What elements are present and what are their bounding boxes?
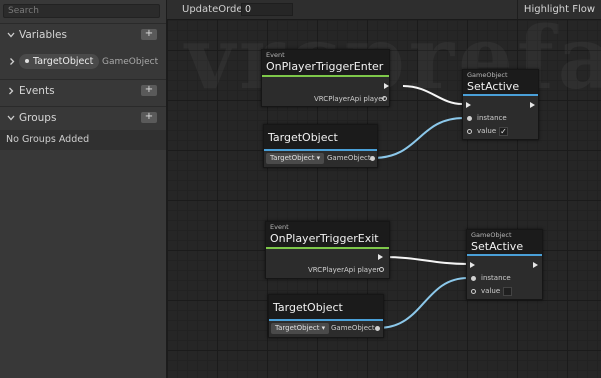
node-target-object-2[interactable]: TargetObject TargetObject ▾ GameObject bbox=[268, 294, 384, 338]
update-order-label: UpdateOrder bbox=[182, 4, 247, 15]
variable-dropdown[interactable]: TargetObject ▾ bbox=[271, 323, 330, 334]
port-circle-icon[interactable] bbox=[471, 289, 476, 294]
port-circle-icon[interactable] bbox=[467, 129, 472, 134]
node-accent bbox=[463, 94, 538, 96]
node-title: TargetObject bbox=[273, 301, 343, 314]
node-accent bbox=[264, 149, 377, 151]
flow-out-arrow-icon[interactable] bbox=[384, 83, 389, 89]
port-circle-icon[interactable] bbox=[375, 326, 380, 331]
node-header[interactable]: Event OnPlayerTriggerExit bbox=[266, 222, 389, 247]
flow-wire-enter bbox=[402, 85, 463, 105]
port-label-value: value bbox=[481, 287, 501, 295]
node-header[interactable]: Event OnPlayerTriggerEnter bbox=[262, 50, 389, 75]
node-header[interactable]: TargetObject bbox=[264, 125, 377, 149]
port-label-instance: instance bbox=[477, 114, 507, 122]
data-wire-target-1 bbox=[372, 117, 465, 159]
port-label-output: GameObject bbox=[327, 154, 371, 162]
update-order-input[interactable] bbox=[241, 3, 293, 16]
port-circle-icon[interactable] bbox=[382, 96, 387, 101]
checkmark-icon: ✓ bbox=[500, 127, 507, 136]
highlight-flow-button[interactable]: Highlight Flow bbox=[517, 0, 601, 19]
data-wire-target-2 bbox=[377, 277, 469, 329]
node-header[interactable]: GameObject SetActive bbox=[463, 70, 538, 94]
node-accent bbox=[269, 319, 383, 321]
node-target-object-1[interactable]: TargetObject TargetObject ▾ GameObject bbox=[263, 124, 378, 168]
node-header[interactable]: GameObject SetActive bbox=[467, 230, 542, 254]
flow-out-arrow-icon[interactable] bbox=[530, 102, 535, 108]
flow-out-arrow-icon[interactable] bbox=[378, 254, 383, 260]
node-on-player-trigger-enter[interactable]: Event OnPlayerTriggerEnter VRCPlayerApi … bbox=[261, 49, 390, 107]
flow-in-arrow-icon[interactable] bbox=[466, 102, 471, 108]
port-label-instance: instance bbox=[481, 274, 511, 282]
node-set-active-1[interactable]: GameObject SetActive instance value ✓ bbox=[462, 69, 539, 140]
node-category: GameObject bbox=[471, 231, 512, 239]
node-category: Event bbox=[266, 51, 285, 59]
node-title: TargetObject bbox=[268, 131, 338, 144]
node-title: SetActive bbox=[471, 240, 524, 253]
node-accent bbox=[467, 254, 542, 256]
value-checkbox[interactable] bbox=[503, 287, 512, 296]
node-title: SetActive bbox=[467, 80, 520, 93]
flow-in-arrow-icon[interactable] bbox=[470, 262, 475, 268]
node-accent bbox=[262, 75, 389, 77]
port-label-player: VRCPlayerApi player bbox=[308, 266, 380, 274]
port-label-output: GameObject bbox=[331, 324, 375, 332]
value-checkbox[interactable]: ✓ bbox=[499, 127, 508, 136]
node-category: Event bbox=[270, 223, 289, 231]
node-on-player-trigger-exit[interactable]: Event OnPlayerTriggerExit VRCPlayerApi p… bbox=[265, 221, 390, 279]
flow-out-arrow-icon[interactable] bbox=[533, 262, 538, 268]
variable-dropdown[interactable]: TargetObject ▾ bbox=[266, 153, 325, 164]
port-label-player: VRCPlayerApi player bbox=[314, 95, 386, 103]
node-set-active-2[interactable]: GameObject SetActive instance value bbox=[466, 229, 543, 300]
node-title: OnPlayerTriggerExit bbox=[270, 232, 379, 245]
port-circle-icon[interactable] bbox=[467, 116, 472, 121]
port-circle-icon[interactable] bbox=[471, 276, 476, 281]
graph-toolbar: UpdateOrder Highlight Flow bbox=[167, 0, 601, 20]
flow-wire-exit bbox=[382, 256, 469, 265]
port-label-value: value bbox=[477, 127, 497, 135]
port-circle-icon[interactable] bbox=[379, 267, 384, 272]
port-circle-icon[interactable] bbox=[370, 156, 375, 161]
node-accent bbox=[266, 247, 389, 249]
node-header[interactable]: TargetObject bbox=[269, 295, 383, 319]
node-title: OnPlayerTriggerEnter bbox=[266, 60, 384, 73]
node-category: GameObject bbox=[467, 71, 508, 79]
